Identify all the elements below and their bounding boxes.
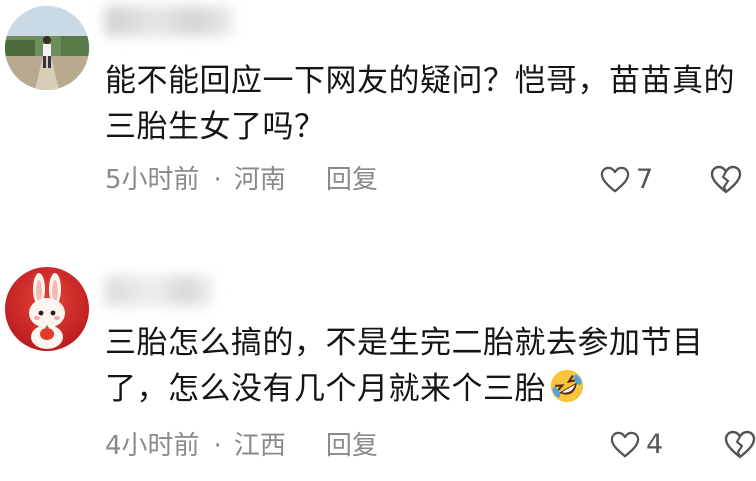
username-blurred[interactable] (105, 276, 213, 306)
rolling-on-floor-laughing-emoji-icon (550, 369, 584, 403)
bunny-avatar-icon (5, 267, 89, 351)
like-button[interactable]: 4 (610, 427, 663, 463)
dislike-button[interactable] (724, 430, 756, 460)
reply-button[interactable]: 回复 (326, 162, 378, 198)
comment-text: 三胎怎么搞的，不是生完二胎就去参加节目了，怎么没有几个月就来个三胎 (105, 320, 745, 412)
comment-text-content: 三胎怎么搞的，不是生完二胎就去参加节目了，怎么没有几个月就来个三胎 (105, 325, 704, 407)
comment-time: 4小时前 (105, 431, 200, 461)
comment-meta: 5小时前 · 河南 回复 (105, 162, 378, 198)
like-count: 7 (636, 164, 654, 195)
person-photo-avatar-icon (5, 6, 89, 90)
comment-meta: 4小时前 · 江西 回复 (105, 428, 378, 464)
broken-heart-icon (724, 430, 756, 459)
avatar[interactable] (5, 6, 89, 90)
comment-item: 能不能回应一下网友的疑问？恺哥，苗苗真的三胎生女了吗？ 5小时前 · 河南 回复 7 (0, 0, 756, 230)
meta-separator: · (213, 431, 222, 461)
comment-location: 江西 (233, 431, 286, 461)
heart-icon (600, 166, 630, 193)
like-button[interactable]: 7 (600, 162, 653, 198)
like-count: 4 (646, 429, 664, 460)
reply-button[interactable]: 回复 (326, 428, 378, 464)
comment-location: 河南 (233, 165, 286, 195)
username-blurred[interactable] (105, 6, 233, 36)
comment-text: 能不能回应一下网友的疑问？恺哥，苗苗真的三胎生女了吗？ (105, 63, 735, 145)
broken-heart-icon (710, 165, 742, 194)
heart-icon (610, 431, 640, 458)
meta-separator: · (213, 165, 222, 195)
dislike-button[interactable] (710, 165, 742, 195)
comment-time: 5小时前 (105, 165, 200, 195)
avatar[interactable] (5, 267, 89, 351)
